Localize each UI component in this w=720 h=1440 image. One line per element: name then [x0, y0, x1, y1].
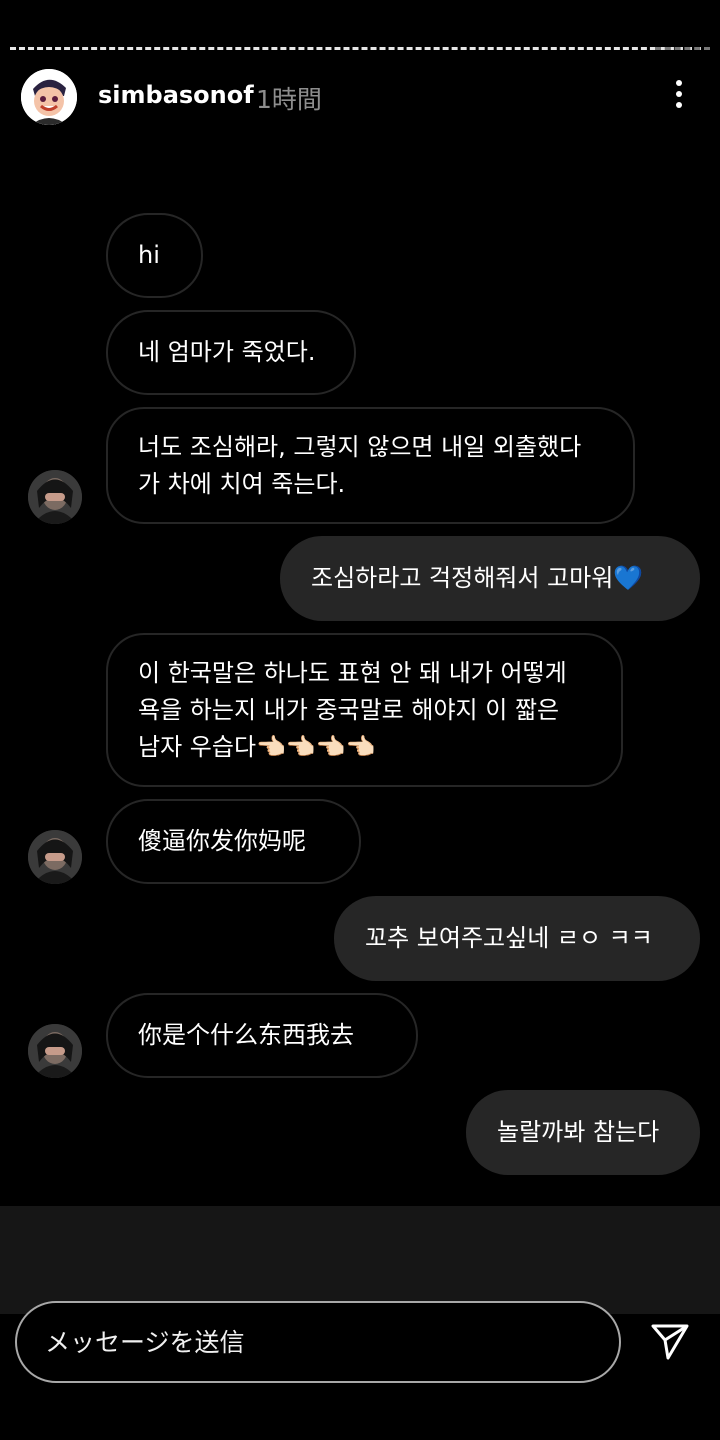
message-composer[interactable]: [15, 1301, 621, 1383]
message-text: 傻逼你发你妈呢: [138, 827, 306, 855]
story-header: simbasonof 1時間: [0, 66, 720, 126]
message-text: 꼬추 보여주고싶네 ㄹㅇ ㅋㅋ: [365, 924, 653, 952]
story-progress-remaining: [655, 47, 710, 50]
story-username[interactable]: simbasonof: [98, 81, 254, 109]
message-bubble-sent: 놀랄까봐 참는다: [466, 1090, 700, 1175]
profile-photo: [28, 830, 82, 884]
message-text: 네 엄마가 죽었다.: [138, 338, 316, 366]
message-text: 你是个什么东西我去: [138, 1021, 354, 1049]
profile-photo: [28, 470, 82, 524]
sender-avatar[interactable]: [28, 1024, 82, 1078]
message-text: hi: [138, 241, 160, 269]
send-icon[interactable]: [650, 1322, 690, 1362]
message-bubble-received: 你是个什么东西我去: [106, 993, 418, 1078]
message-bubble-received: hi: [106, 213, 203, 298]
sender-avatar[interactable]: [28, 830, 82, 884]
message-bubble-sent: 조심하라고 걱정해줘서 고마워💙: [280, 536, 700, 621]
message-bubble-received: 이 한국말은 하나도 표현 안 돼 내가 어떻게 욕을 하는지 내가 중국말로 …: [106, 633, 623, 787]
sender-avatar[interactable]: [28, 470, 82, 524]
message-text: 조심하라고 걱정해줘서 고마워💙: [311, 564, 644, 592]
story-progress-bar: [10, 47, 710, 50]
message-bubble-sent: 꼬추 보여주고싶네 ㄹㅇ ㅋㅋ: [334, 896, 700, 981]
story-author-avatar[interactable]: [21, 69, 77, 125]
message-input[interactable]: [43, 1326, 593, 1358]
cartoon-avatar-image: [21, 69, 77, 125]
message-bubble-received: 너도 조심해라, 그렇지 않으면 내일 외출했다 가 차에 치여 죽는다.: [106, 407, 635, 524]
message-text: 너도 조심해라, 그렇지 않으면 내일 외출했다 가 차에 치여 죽는다.: [138, 432, 582, 498]
story-timestamp: 1時間: [256, 85, 322, 114]
message-text: 이 한국말은 하나도 표현 안 돼 내가 어떻게 욕을 하는지 내가 중국말로 …: [138, 658, 567, 761]
message-text: 놀랄까봐 참는다: [497, 1118, 660, 1146]
message-bubble-received: 네 엄마가 죽었다.: [106, 310, 356, 395]
message-bubble-received: 傻逼你发你妈呢: [106, 799, 361, 884]
reply-panel-background: [0, 1206, 720, 1314]
profile-photo: [28, 1024, 82, 1078]
more-vertical-icon[interactable]: [664, 78, 694, 112]
